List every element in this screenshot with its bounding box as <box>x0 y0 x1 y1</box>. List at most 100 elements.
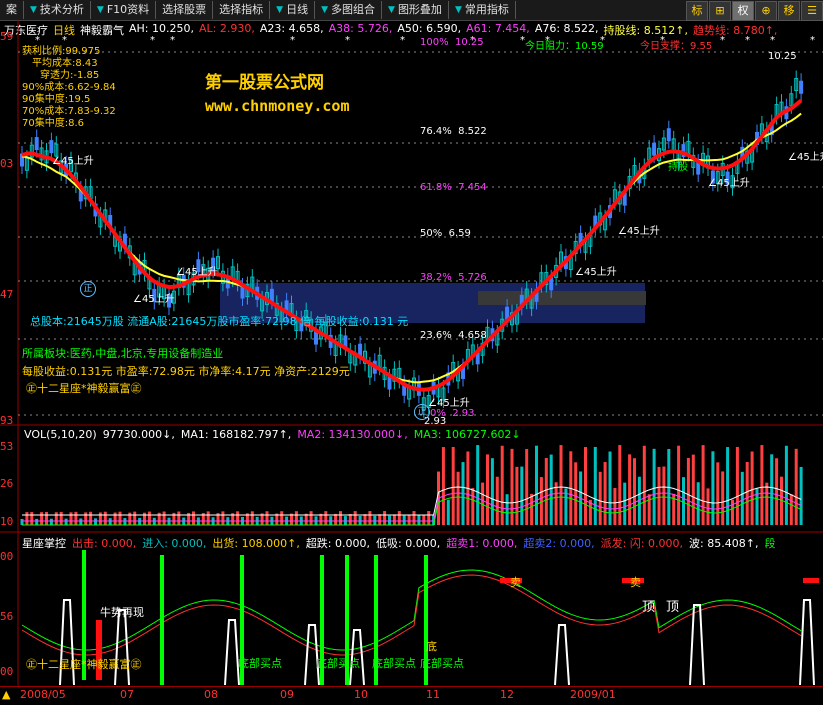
chip-stats: 获利比例:99.975 平均成本:8.43 穿透力:-1.85 90%成本:6.… <box>22 46 116 129</box>
date-tick: 2009/01 <box>570 688 616 701</box>
candle-body <box>314 331 318 345</box>
volume-bar <box>775 458 779 525</box>
volume-bar <box>383 511 387 525</box>
volume-bar <box>412 511 416 525</box>
volume-bar <box>103 511 107 525</box>
candle-body <box>666 128 671 142</box>
candle-body <box>269 288 274 302</box>
signal-label: ∠45上升 <box>176 267 218 278</box>
volume-bar <box>711 451 715 525</box>
volume-bar <box>750 451 754 525</box>
volume-bar <box>535 445 538 525</box>
top-label: 顶 <box>666 600 680 615</box>
volume-bar <box>486 454 489 525</box>
volume-bar <box>451 446 455 525</box>
volume-bar <box>20 519 24 525</box>
volume-bar <box>623 482 627 525</box>
volume-bar <box>554 482 558 525</box>
volume-bar <box>559 445 563 525</box>
volume-bar <box>731 499 734 525</box>
vol-header: VOL(5,10,20) 97730.000↓, MA1: 168182.797… <box>24 428 521 441</box>
volume-bar <box>608 451 612 525</box>
volume-bar <box>74 511 78 525</box>
volume-bar <box>505 494 509 525</box>
ind-axis: 00 <box>0 550 14 563</box>
volume-bar <box>799 466 803 525</box>
volume-bar <box>147 511 151 525</box>
signal-label: ∠45上升 <box>52 156 94 167</box>
volume-bar <box>510 448 514 525</box>
date-tick: 12 <box>500 688 514 701</box>
fib-76: 76.4% 8.522 <box>420 126 487 137</box>
volume-bar <box>40 512 44 525</box>
volume-bar <box>98 512 102 525</box>
signal-label: ∠45上升 <box>708 178 750 189</box>
signal-bar <box>160 555 164 685</box>
top-label: 顶 <box>642 600 656 615</box>
candle-body <box>387 376 392 390</box>
volume-bar <box>422 514 426 525</box>
volume-bar <box>118 511 122 525</box>
volume-bar <box>760 445 764 525</box>
star-marker: * <box>810 35 815 46</box>
candle-body <box>799 80 804 94</box>
volume-bar <box>456 471 460 525</box>
sell-label: 卖 <box>630 576 641 589</box>
volume-bar <box>647 494 651 525</box>
signal-label: ∠45上升 <box>133 294 175 305</box>
hold-label: 持股 <box>668 162 688 173</box>
volume-bar <box>716 462 720 525</box>
volume-bar <box>652 448 656 525</box>
volume-bar <box>549 454 553 525</box>
volume-bar <box>69 512 73 525</box>
volume-bar <box>192 511 195 525</box>
volume-bar <box>94 518 97 525</box>
volume-bar <box>603 462 607 525</box>
volume-bar <box>677 445 681 525</box>
star-marker: * <box>720 35 725 46</box>
volume-bar <box>49 518 53 525</box>
star-marker: * <box>770 35 775 46</box>
volume-bar <box>662 466 666 525</box>
fib-50: 50% 6.59 <box>420 228 471 239</box>
volume-bar <box>633 458 636 525</box>
volume-bar <box>368 511 372 525</box>
star-marker: * <box>345 35 350 46</box>
date-tick: 11 <box>426 688 440 701</box>
star-marker: * <box>745 35 750 46</box>
slogan: ㊣十二星座*神毅赢富㊣ <box>26 382 142 395</box>
price-axis-03: 03 <box>0 157 14 170</box>
signal-block <box>803 578 819 583</box>
volume-bar <box>476 445 480 525</box>
signal-spike <box>689 604 705 686</box>
volume-bar <box>250 511 254 525</box>
volume-bar <box>108 518 112 525</box>
volume-bar <box>794 448 798 525</box>
candle-body <box>49 140 54 154</box>
volume-bar <box>696 482 700 525</box>
date-tick: 10 <box>354 688 368 701</box>
bottom-buy-label: 底部买点 <box>372 657 416 670</box>
date-tick: 2008/05 <box>20 688 66 701</box>
volume-bar <box>628 454 632 525</box>
volume-bar <box>789 494 793 525</box>
volume-bar <box>265 511 269 525</box>
star-marker: * <box>400 35 405 46</box>
volume-bar <box>348 514 352 525</box>
volume-bar <box>520 466 524 525</box>
candle-body <box>34 137 39 151</box>
volume-bar <box>353 511 357 525</box>
star-marker: * <box>35 35 40 46</box>
chip-band-gray <box>478 291 646 305</box>
date-tick: 07 <box>120 688 134 701</box>
volume-bar <box>113 512 117 525</box>
date-tick: 09 <box>280 688 294 701</box>
today-resistance: 今日阻力：10.59 <box>525 41 604 52</box>
star-marker: * <box>150 35 155 46</box>
volume-bar <box>35 518 39 525</box>
volume-bar <box>515 466 519 525</box>
volume-bar <box>598 471 602 525</box>
star-marker: * <box>170 35 175 46</box>
today-support: 今日支撑：9.55 <box>640 41 713 52</box>
volume-bar <box>25 512 29 525</box>
